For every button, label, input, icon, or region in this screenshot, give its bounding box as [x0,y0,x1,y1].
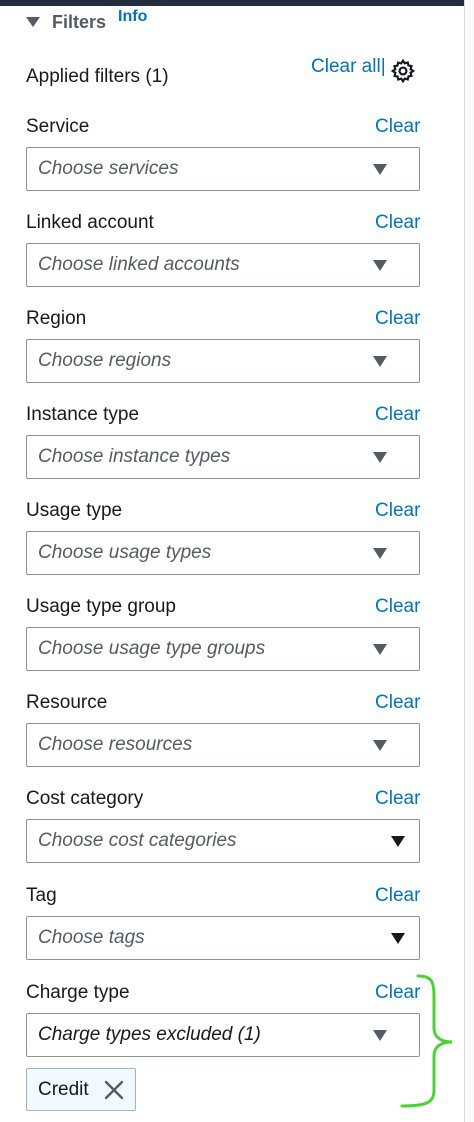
filter-label-cost-category: Cost category [26,788,144,809]
dropdown-arrow-icon [391,836,405,847]
clear-region-link[interactable]: Clear [375,308,420,330]
filters-header[interactable]: Filters Info [26,8,147,36]
tag-placeholder: Choose tags [38,927,145,948]
cost-category-placeholder: Choose cost categories [38,830,237,851]
filter-label-linked-account: Linked account [26,212,154,233]
filter-label-usage-type-group: Usage type group [26,596,176,617]
filter-label-tag: Tag [26,885,57,906]
clear-instance-type-link[interactable]: Clear [375,404,420,426]
filter-label-charge-type: Charge type [26,982,130,1003]
applied-filters-count: Applied filters (1) [26,66,169,87]
dropdown-arrow-icon [373,548,387,559]
instance-type-placeholder: Choose instance types [38,446,231,467]
token-label: Credit [38,1078,89,1100]
charge-type-select[interactable]: Charge types excluded (1) [26,1013,420,1057]
service-select[interactable]: Choose services [26,147,420,191]
usage-type-select[interactable]: Choose usage types [26,531,420,575]
linked-account-select[interactable]: Choose linked accounts [26,243,420,287]
credit-token: Credit [26,1068,136,1111]
region-placeholder: Choose regions [38,350,172,371]
dropdown-arrow-icon [391,933,405,944]
filter-label-usage-type: Usage type [26,500,123,521]
clear-linked-account-link[interactable]: Clear [375,212,420,234]
dropdown-arrow-icon [373,164,387,175]
resource-select[interactable]: Choose resources [26,723,420,767]
usage-type-group-select[interactable]: Choose usage type groups [26,627,420,671]
filter-label-resource: Resource [26,692,108,713]
clear-usage-type-link[interactable]: Clear [375,500,420,522]
clear-resource-link[interactable]: Clear [375,692,420,714]
clear-tag-link[interactable]: Clear [375,885,420,907]
dropdown-arrow-icon [373,356,387,367]
tag-select[interactable]: Choose tags [26,916,420,960]
panel-edge [464,0,474,1122]
clear-usage-type-group-link[interactable]: Clear [375,596,420,618]
top-bar [0,0,474,6]
dropdown-arrow-icon [373,260,387,271]
linked-account-placeholder: Choose linked accounts [38,254,240,275]
close-icon[interactable] [103,1079,125,1101]
info-link[interactable]: Info [118,8,147,26]
dropdown-arrow-icon [373,452,387,463]
resource-placeholder: Choose resources [38,734,193,755]
charge-type-value: Charge types excluded (1) [38,1024,261,1045]
service-placeholder: Choose services [38,158,179,179]
clear-all-link[interactable]: Clear all| [311,56,386,78]
usage-type-group-placeholder: Choose usage type groups [38,638,266,659]
annotation-brace [400,974,453,1108]
filters-title[interactable]: Filters [52,12,106,33]
instance-type-select[interactable]: Choose instance types [26,435,420,479]
filter-label-region: Region [26,308,87,329]
dropdown-arrow-icon [373,644,387,655]
caret-down-icon[interactable] [26,17,40,27]
usage-type-placeholder: Choose usage types [38,542,212,563]
gear-icon[interactable] [390,58,416,84]
clear-service-link[interactable]: Clear [375,116,420,138]
filter-label-service: Service [26,116,90,137]
dropdown-arrow-icon [373,740,387,751]
filter-label-instance-type: Instance type [26,404,140,425]
clear-cost-category-link[interactable]: Clear [375,788,420,810]
region-select[interactable]: Choose regions [26,339,420,383]
cost-category-select[interactable]: Choose cost categories [26,819,420,863]
dropdown-arrow-icon [373,1030,387,1041]
